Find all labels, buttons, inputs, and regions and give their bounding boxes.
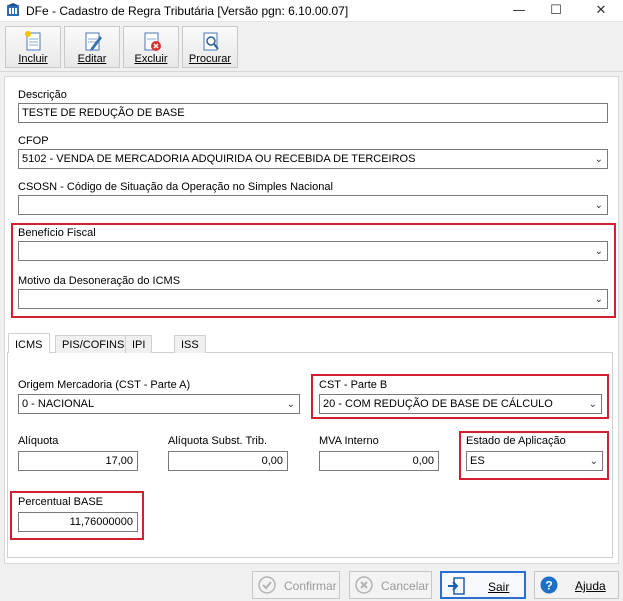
- cancel-icon: [355, 576, 373, 594]
- aliquota-label: Alíquota: [18, 435, 59, 447]
- ajuda-label: Ajuda: [575, 579, 606, 593]
- descricao-input[interactable]: TESTE DE REDUÇÃO DE BASE: [18, 103, 608, 123]
- origem-select[interactable]: 0 - NACIONAL ⌄: [18, 394, 300, 414]
- motivo-label: Motivo da Desoneração do ICMS: [18, 275, 181, 287]
- chevron-down-icon: ⌄: [594, 246, 603, 257]
- sair-button[interactable]: Sair: [440, 571, 526, 599]
- chevron-down-icon: ⌄: [589, 456, 598, 467]
- origem-label: Origem Mercadoria (CST - Parte A): [18, 379, 191, 391]
- minimize-button[interactable]: —: [504, 0, 534, 22]
- excluir-button[interactable]: Excluir: [123, 26, 179, 68]
- motivo-select[interactable]: ⌄: [18, 289, 608, 309]
- mva-label: MVA Interno: [319, 435, 379, 447]
- toolbar: Incluir Editar Excluir Procurar: [0, 22, 623, 72]
- tab-ipi[interactable]: IPI: [125, 335, 153, 355]
- svg-text:?: ?: [545, 579, 552, 593]
- aliquota-input[interactable]: 17,00: [18, 451, 138, 471]
- exit-icon: [448, 577, 465, 595]
- delete-document-icon: [144, 32, 161, 51]
- aliquota-st-input[interactable]: 0,00: [168, 451, 288, 471]
- procurar-label: Procurar: [188, 53, 232, 65]
- chevron-down-icon: ⌄: [594, 200, 603, 211]
- check-icon: [258, 576, 276, 594]
- window-title: DFe - Cadastro de Regra Tributária [Vers…: [26, 4, 349, 18]
- help-icon: ?: [540, 576, 558, 594]
- tab-pis-cofins[interactable]: PIS/COFINS: [55, 335, 132, 355]
- search-document-icon: [203, 32, 219, 51]
- title-bar: DFe - Cadastro de Regra Tributária [Vers…: [0, 0, 623, 22]
- app-icon: [6, 3, 20, 16]
- estado-value: ES: [470, 455, 485, 467]
- cst-b-value: 20 - COM REDUÇÃO DE BASE DE CÁLCULO: [323, 398, 553, 410]
- tab-iss[interactable]: ISS: [174, 335, 206, 355]
- incluir-label: Incluir: [18, 53, 48, 65]
- aliquota-st-label: Alíquota Subst. Trib.: [168, 435, 268, 447]
- cfop-select[interactable]: 5102 - VENDA DE MERCADORIA ADQUIRIDA OU …: [18, 149, 608, 169]
- percentual-input[interactable]: 11,76000000: [18, 512, 138, 532]
- edit-document-icon: [85, 32, 102, 51]
- maximize-button[interactable]: ☐: [541, 0, 571, 22]
- cst-b-label: CST - Parte B: [319, 379, 388, 391]
- chevron-down-icon: ⌄: [594, 154, 603, 165]
- confirmar-label: Confirmar: [284, 579, 337, 593]
- chevron-down-icon: ⌄: [594, 294, 603, 305]
- estado-select[interactable]: ES ⌄: [466, 451, 603, 471]
- estado-label: Estado de Aplicação: [466, 435, 566, 447]
- new-document-icon: [25, 31, 41, 51]
- cfop-value: 5102 - VENDA DE MERCADORIA ADQUIRIDA OU …: [22, 153, 416, 165]
- excluir-label: Excluir: [134, 53, 168, 65]
- editar-label: Editar: [77, 53, 107, 65]
- close-button[interactable]: ✕: [586, 0, 616, 22]
- chevron-down-icon: ⌄: [588, 399, 597, 410]
- cst-b-select[interactable]: 20 - COM REDUÇÃO DE BASE DE CÁLCULO ⌄: [319, 394, 602, 414]
- sair-label: Sair: [488, 580, 510, 594]
- percentual-label: Percentual BASE: [18, 496, 103, 508]
- csosn-select[interactable]: ⌄: [18, 195, 608, 215]
- beneficio-select[interactable]: ⌄: [18, 241, 608, 261]
- beneficio-label: Benefício Fiscal: [18, 227, 96, 239]
- chevron-down-icon: ⌄: [286, 399, 295, 410]
- confirmar-button[interactable]: Confirmar: [252, 571, 340, 599]
- mva-input[interactable]: 0,00: [319, 451, 439, 471]
- csosn-label: CSOSN - Código de Situação da Operação n…: [18, 181, 333, 193]
- cfop-label: CFOP: [18, 135, 49, 147]
- tab-icms[interactable]: ICMS: [8, 333, 50, 354]
- origem-value: 0 - NACIONAL: [22, 398, 95, 410]
- ajuda-button[interactable]: ? Ajuda: [534, 571, 619, 599]
- cancelar-button[interactable]: Cancelar: [349, 571, 432, 599]
- descricao-label: Descrição: [18, 89, 67, 101]
- cancelar-label: Cancelar: [381, 579, 430, 593]
- procurar-button[interactable]: Procurar: [182, 26, 238, 68]
- incluir-button[interactable]: Incluir: [5, 26, 61, 68]
- editar-button[interactable]: Editar: [64, 26, 120, 68]
